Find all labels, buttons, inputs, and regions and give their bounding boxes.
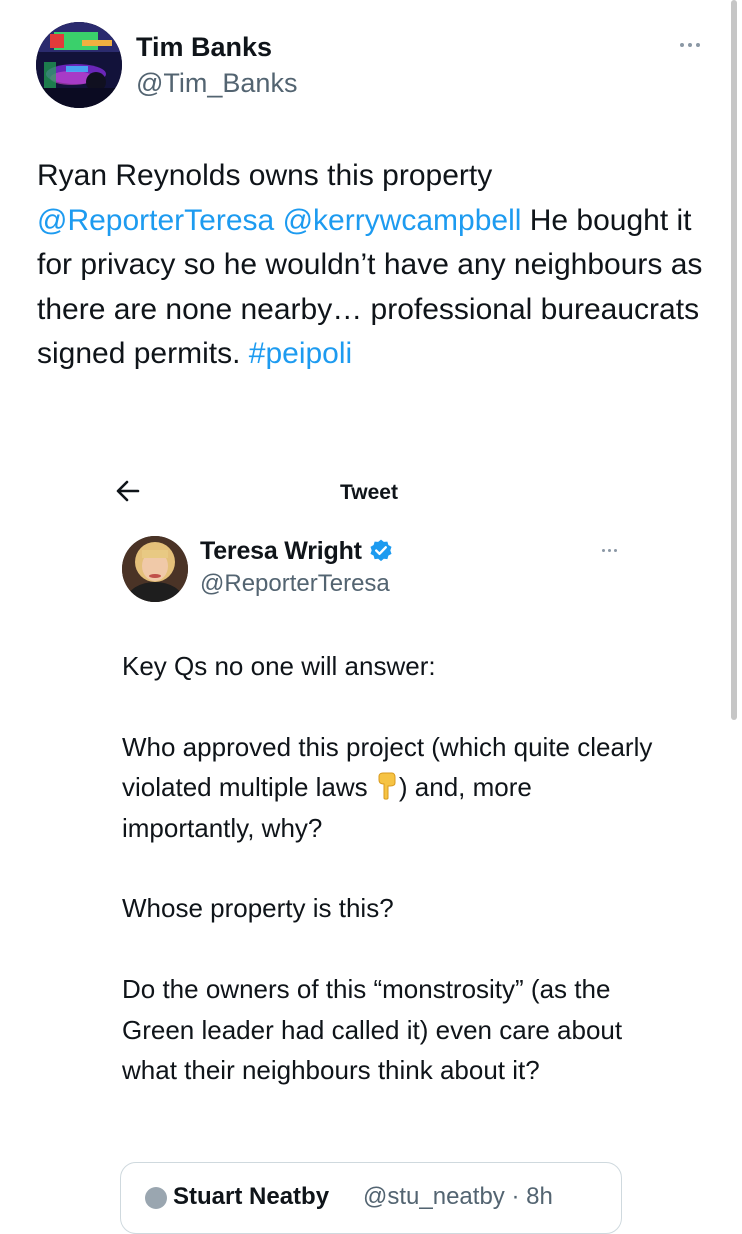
backhand-index-pointing-down-icon: [378, 772, 396, 800]
embedded-paragraph: Do the owners of this “monstrosity” (as …: [122, 974, 623, 1086]
avatar-image: [122, 536, 188, 602]
embedded-tweet-text: Key Qs no one will answer: Who approved …: [122, 646, 662, 1090]
quoted-author-name: Stuart Neatby: [173, 1183, 330, 1210]
embedded-paragraph: Whose property is this?: [122, 893, 394, 924]
avatar-image: [36, 22, 122, 108]
author-display-name[interactable]: Tim Banks: [136, 31, 272, 63]
embedded-author-handle[interactable]: @ReporterTeresa: [200, 569, 390, 599]
quoted-tweet-card[interactable]: Stuart Neatby @stu_neatby · 8h: [120, 1162, 622, 1234]
quoted-author-meta: @stu_neatby · 8h: [363, 1183, 553, 1210]
tweet-text-part: Ryan Reynolds owns this property: [37, 159, 493, 192]
author-handle[interactable]: @Tim_Banks: [136, 67, 297, 99]
more-horizontal-icon[interactable]: [672, 30, 708, 60]
embedded-author-name-row: Teresa Wright: [200, 535, 394, 567]
arrow-left-icon[interactable]: [114, 476, 142, 506]
tweet-text: Ryan Reynolds owns this property @Report…: [37, 154, 707, 377]
embedded-paragraph: Who approved this project (which quite c…: [122, 731, 653, 843]
verified-badge-icon: [370, 539, 392, 562]
mention-link[interactable]: @ReporterTeresa: [37, 204, 274, 237]
embedded-author-avatar[interactable]: [122, 536, 188, 602]
quoted-author-avatar: [145, 1187, 167, 1209]
author-avatar[interactable]: [36, 22, 122, 108]
embedded-header-title: Tweet: [340, 481, 398, 504]
hashtag-link[interactable]: #peipoli: [249, 337, 352, 370]
scrollbar[interactable]: [731, 0, 737, 720]
embedded-author-display-name[interactable]: Teresa Wright: [200, 536, 362, 566]
mention-link[interactable]: @kerrywcampbell: [283, 204, 522, 237]
more-horizontal-icon[interactable]: [596, 540, 622, 560]
embedded-paragraph: Key Qs no one will answer:: [122, 651, 436, 681]
